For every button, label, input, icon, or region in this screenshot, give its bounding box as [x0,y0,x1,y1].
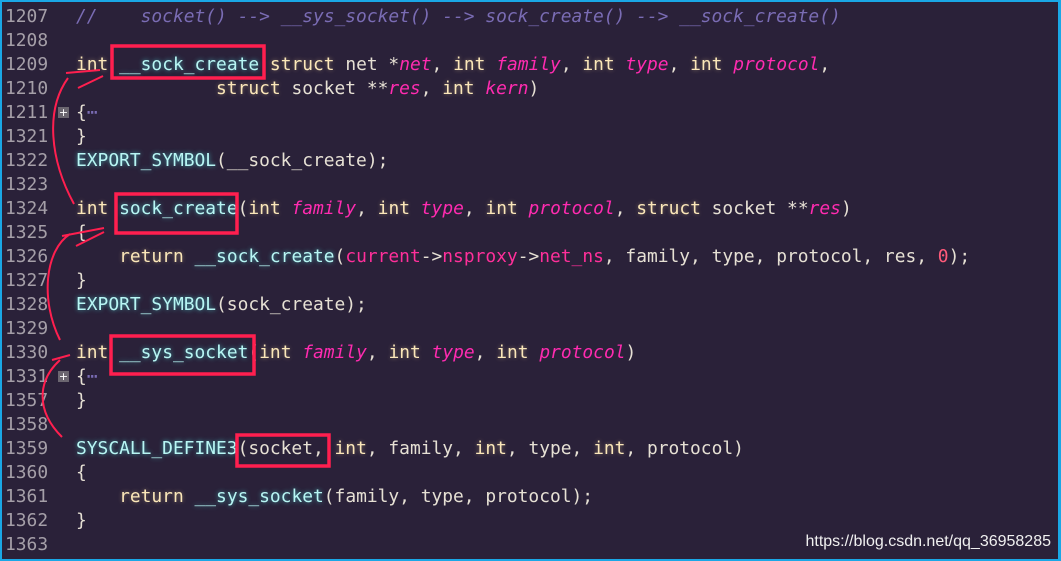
arrow-1 [52,69,104,205]
arrow-3 [41,354,71,438]
highlight-box-__sock_create [110,44,266,80]
highlight-box-__sys_socket [109,334,256,376]
highlight-box-socket [235,433,331,468]
annotation-overlay [41,44,331,468]
arrow-2 [46,227,105,341]
highlight-box-sock_create [114,192,239,235]
watermark: https://blog.csdn.net/qq_36958285 [805,533,1051,550]
